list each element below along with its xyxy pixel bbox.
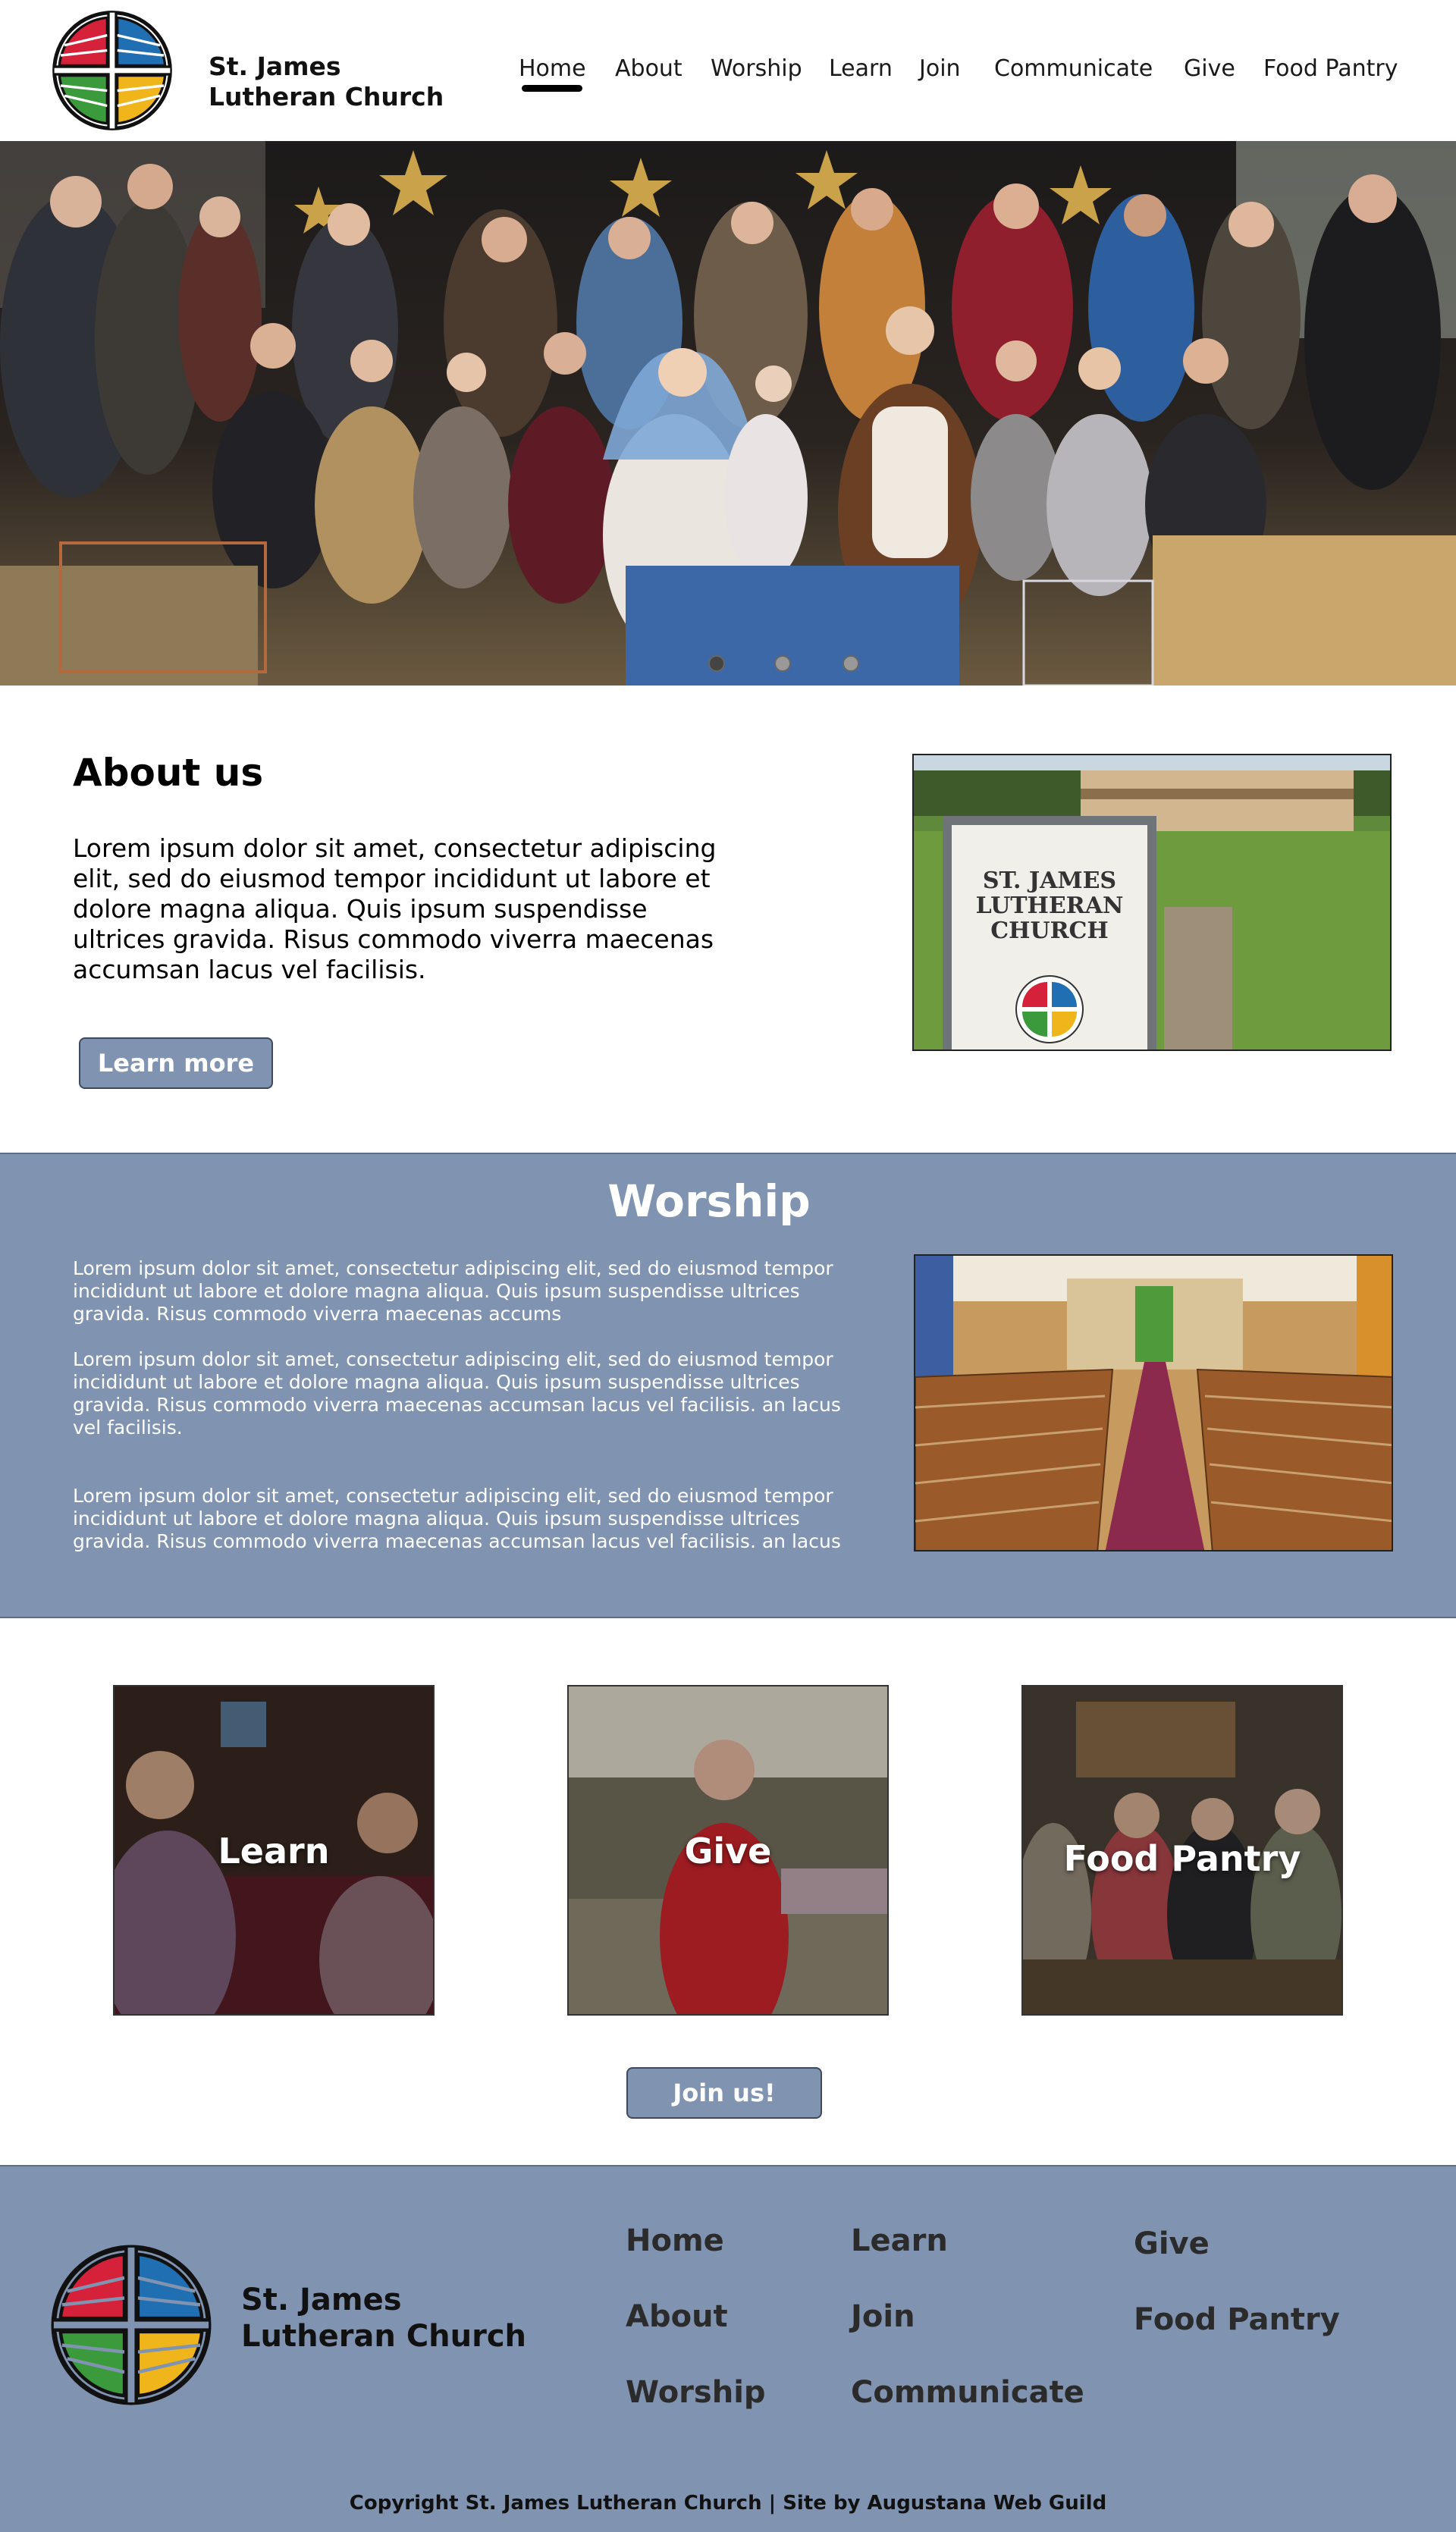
worship-paragraph-3: Lorem ipsum dolor sit amet, consectetur … [73,1485,841,1552]
sign-line-1: ST. JAMES [983,868,1116,894]
worship-paragraph-1: Lorem ipsum dolor sit amet, consectetur … [73,1257,833,1325]
footer-brand-line-2: Lutheran Church [241,2319,527,2354]
food-pantry-card[interactable]: Food Pantry [1021,1685,1343,2016]
site-footer: St. James Lutheran Church Home About Wor… [0,2165,1456,2532]
footer-link-home[interactable]: Home [626,2223,724,2258]
give-card-label: Give [684,1831,772,1872]
footer-link-food-pantry[interactable]: Food Pantry [1134,2302,1340,2337]
nav-food-pantry[interactable]: Food Pantry [1263,52,1398,86]
footer-link-learn[interactable]: Learn [851,2223,948,2258]
worship-paragraph-2: Lorem ipsum dolor sit amet, consectetur … [73,1348,841,1439]
slide-dot-2[interactable] [774,655,791,672]
about-heading: About us [73,751,264,795]
brand-line-1: St. James [209,52,341,81]
slide-dot-3[interactable] [843,655,859,672]
nav-communicate[interactable]: Communicate [994,52,1153,86]
hero-slideshow[interactable] [0,141,1456,686]
footer-brand-line-1: St. James [241,2283,402,2317]
learn-card-label: Learn [218,1831,330,1872]
nav-about[interactable]: About [615,52,682,86]
worship-heading: Worship [607,1175,811,1227]
nav-join[interactable]: Join [919,52,961,86]
site-header: St. James Lutheran Church Home About Wor… [0,0,1456,141]
footer-brand[interactable]: St. James Lutheran Church [241,2282,526,2355]
footer-link-worship[interactable]: Worship [626,2375,766,2410]
learn-card[interactable]: Learn [113,1685,435,2016]
active-nav-indicator [522,85,582,92]
sanctuary-photo [914,1254,1393,1552]
church-sign-photo: ST. JAMES LUTHERAN CHURCH [912,754,1392,1051]
site-brand[interactable]: St. James Lutheran Church [209,52,444,112]
footer-church-logo-icon[interactable] [46,2241,217,2409]
footer-link-about[interactable]: About [626,2299,728,2334]
copyright-text: Copyright St. James Lutheran Church | Si… [349,2492,1107,2515]
nativity-group-photo [0,141,1456,686]
slide-dot-1[interactable] [708,655,725,672]
nav-learn[interactable]: Learn [829,52,893,86]
food-pantry-card-label: Food Pantry [1063,1838,1301,1879]
nav-give[interactable]: Give [1184,52,1235,86]
footer-link-join[interactable]: Join [851,2299,915,2334]
footer-link-communicate[interactable]: Communicate [851,2375,1084,2410]
join-us-button[interactable]: Join us! [626,2067,822,2119]
footer-link-give[interactable]: Give [1134,2226,1210,2261]
give-card[interactable]: Give [567,1685,889,2016]
church-logo-icon[interactable] [47,8,177,133]
sign-line-2: LUTHERAN [976,893,1124,919]
sign-line-3: CHURCH [990,918,1109,944]
nav-home[interactable]: Home [519,52,586,86]
nav-worship[interactable]: Worship [711,52,802,86]
learn-more-button[interactable]: Learn more [79,1037,273,1089]
worship-section: Worship Lorem ipsum dolor sit amet, cons… [0,1153,1456,1618]
about-text: Lorem ipsum dolor sit amet, consectetur … [73,833,717,984]
brand-line-2: Lutheran Church [209,82,444,111]
